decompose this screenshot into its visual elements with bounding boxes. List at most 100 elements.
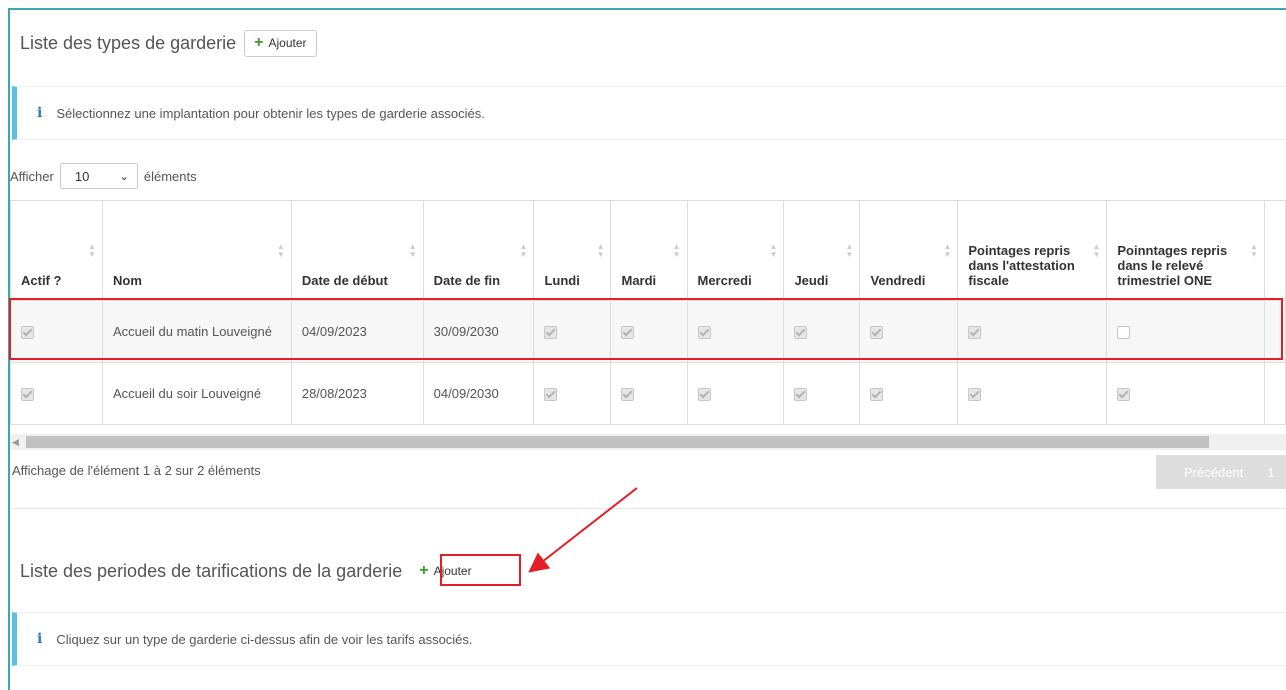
col-header-label: Mercredi	[697, 273, 752, 288]
col-header-actif[interactable]: Actif ? ▲ ▼	[10, 200, 103, 301]
checkbox-checked	[968, 326, 982, 340]
page-length-value: 10	[74, 168, 90, 184]
checkbox-checked	[968, 388, 982, 402]
cell-mercredi	[686, 300, 785, 363]
cell-jeudi	[783, 300, 861, 363]
col-header-date-fin[interactable]: Date de fin ▲ ▼	[422, 200, 535, 301]
types-section-title: Liste des types de garderie + Ajouter	[20, 30, 317, 57]
info-icon: i	[37, 105, 43, 121]
cell-date-fin: 04/09/2030	[422, 362, 535, 425]
checkbox-checked	[621, 326, 635, 340]
table-row[interactable]: Accueil du soir Louveigné 28/08/2023 04/…	[10, 362, 1286, 425]
add-type-label: Ajouter	[268, 36, 307, 50]
cell-vendredi	[859, 300, 959, 363]
sort-icon: ▲ ▼	[1092, 242, 1101, 259]
checkbox-checked	[697, 388, 711, 402]
col-header-label: Date de début	[301, 273, 388, 288]
types-info-alert: i Sélectionnez une implantation pour obt…	[12, 86, 1286, 140]
col-header-jeudi[interactable]: Jeudi ▲ ▼	[783, 200, 861, 301]
chevron-down-icon: ⌄	[119, 170, 129, 183]
cell-lundi	[533, 300, 612, 363]
checkbox-checked	[794, 388, 808, 402]
cell-nom: Accueil du soir Louveigné	[101, 362, 292, 425]
col-header-label: Pointages repris dans l'attestation fisc…	[968, 243, 1075, 288]
cell-overflow	[1263, 300, 1286, 363]
length-suffix: éléments	[143, 168, 197, 184]
table-row[interactable]: Accueil du matin Louveigné 04/09/2023 30…	[10, 300, 1286, 363]
cell-nom: Accueil du matin Louveigné	[101, 300, 292, 363]
col-header-mercredi[interactable]: Mercredi ▲ ▼	[686, 200, 785, 301]
col-header-lundi[interactable]: Lundi ▲ ▼	[533, 200, 612, 301]
checkbox-checked	[1117, 388, 1131, 402]
col-header-nom[interactable]: Nom ▲ ▼	[101, 200, 292, 301]
col-header-mardi[interactable]: Mardi ▲ ▼	[610, 200, 688, 301]
checkbox-checked	[870, 388, 884, 402]
tarifs-title-text: Liste des periodes de tarifications de l…	[20, 560, 403, 581]
horizontal-scrollbar[interactable]: ◀	[10, 434, 1286, 450]
sort-icon: ▲ ▼	[672, 242, 681, 259]
sort-icon: ▲ ▼	[943, 242, 952, 259]
sort-icon: ▲ ▼	[1249, 242, 1258, 259]
col-header-label: Actif ?	[21, 273, 62, 288]
cell-fiscale	[957, 362, 1108, 425]
sort-icon: ▲ ▼	[769, 242, 778, 259]
checkbox-checked	[621, 388, 635, 402]
checkbox-checked	[794, 326, 808, 340]
sort-icon: ▲ ▼	[519, 242, 528, 259]
previous-label: Précédent	[1184, 464, 1244, 480]
checkbox-checked	[544, 326, 558, 340]
col-header-label: Jeudi	[794, 273, 829, 288]
table-header-row: Actif ? ▲ ▼ Nom ▲ ▼ Date de début ▲ ▼ Date de …	[10, 200, 1286, 301]
pagination-info: Affichage de l'élément 1 à 2 sur 2 éléme…	[12, 463, 261, 478]
types-info-text: Sélectionnez une implantation pour obten…	[56, 105, 485, 121]
tarifs-section-title: Liste des periodes de tarifications de l…	[20, 558, 481, 584]
col-header-label: Vendredi	[870, 273, 926, 288]
section-divider	[12, 508, 1286, 509]
scroll-left-icon[interactable]: ◀	[12, 437, 19, 448]
cell-date-debut: 28/08/2023	[290, 362, 424, 425]
checkbox-checked	[697, 326, 711, 340]
cell-vendredi	[859, 362, 959, 425]
page-length-select[interactable]: 10 ⌄	[59, 163, 138, 189]
types-table: Actif ? ▲ ▼ Nom ▲ ▼ Date de début ▲ ▼ Date de …	[10, 200, 1286, 425]
checkbox-checked	[870, 326, 884, 340]
cell-jeudi	[783, 362, 861, 425]
add-tarif-label: Ajouter	[433, 564, 472, 578]
sort-icon: ▲ ▼	[88, 242, 96, 259]
col-header-label: Date de fin	[433, 273, 501, 288]
add-type-button[interactable]: + Ajouter	[244, 30, 317, 57]
col-header-label: Lundi	[544, 273, 580, 288]
cell-fiscale	[957, 300, 1108, 363]
checkbox-checked	[544, 388, 558, 402]
col-header-releve-one[interactable]: Poinntages repris dans le relevé trimest…	[1106, 200, 1265, 301]
length-prefix: Afficher	[10, 168, 54, 184]
checkbox-unchecked	[1117, 326, 1131, 340]
checkbox-checked	[21, 388, 34, 402]
col-header-date-debut[interactable]: Date de début ▲ ▼	[290, 200, 424, 301]
info-icon: i	[37, 631, 43, 647]
cell-one	[1106, 362, 1265, 425]
sort-icon: ▲ ▼	[408, 242, 417, 259]
col-header-vendredi[interactable]: Vendredi ▲ ▼	[859, 200, 959, 301]
col-header-label: Poinntages repris dans le relevé trimest…	[1117, 243, 1228, 288]
cell-mercredi	[686, 362, 785, 425]
cell-actif	[10, 362, 103, 425]
previous-page-button[interactable]: Précédent 1	[1156, 455, 1286, 489]
scrollbar-thumb[interactable]	[26, 436, 1209, 448]
cell-one	[1106, 300, 1265, 363]
cell-overflow	[1263, 362, 1286, 425]
cell-lundi	[533, 362, 612, 425]
cell-date-fin: 30/09/2030	[422, 300, 535, 363]
tarifs-info-alert: i Cliquez sur un type de garderie ci-des…	[12, 612, 1286, 666]
plus-icon: +	[419, 562, 429, 579]
add-tarif-button[interactable]: + Ajouter	[410, 558, 481, 584]
sort-icon: ▲ ▼	[276, 242, 285, 259]
page-length-control: Afficher 10 ⌄ éléments	[10, 163, 197, 189]
cell-mardi	[610, 300, 688, 363]
cell-actif	[10, 300, 103, 363]
sort-icon: ▲ ▼	[845, 242, 854, 259]
col-header-overflow	[1263, 200, 1286, 301]
col-header-attestation-fiscale[interactable]: Pointages repris dans l'attestation fisc…	[957, 200, 1108, 301]
tarifs-info-text: Cliquez sur un type de garderie ci-dessu…	[56, 631, 473, 647]
page-number[interactable]: 1	[1267, 465, 1274, 480]
